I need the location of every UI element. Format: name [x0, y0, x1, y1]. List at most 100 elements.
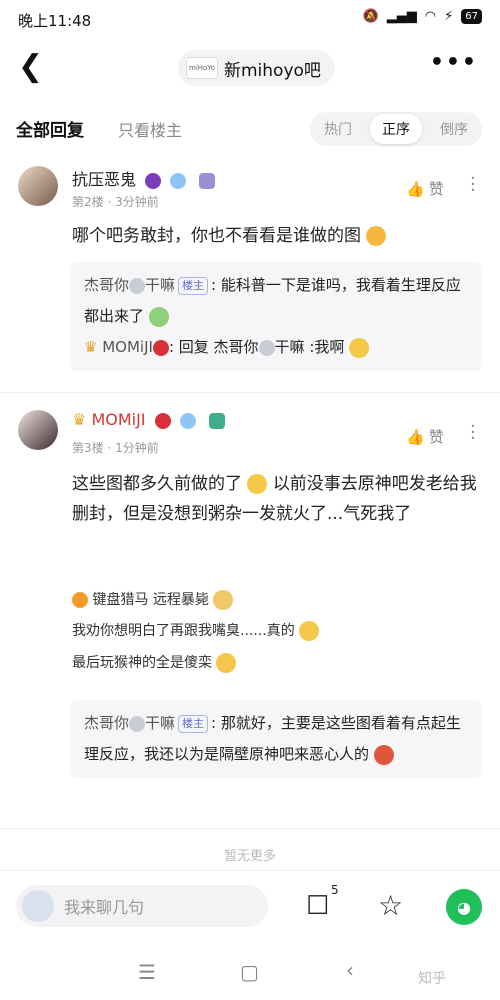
quoted-text: 键盘猎马 远程暴毙 — [92, 592, 209, 608]
divider — [0, 392, 500, 393]
menu-nav-icon[interactable]: ☰ — [138, 960, 156, 984]
sort-switch: 热门 正序 倒序 — [310, 112, 482, 146]
hand-emoji-icon — [213, 590, 234, 610]
forum-title: 新mihoyo吧 — [224, 60, 321, 81]
quoted-text: 我劝你想明白了再跟我嘴臭......真的 — [72, 623, 295, 639]
sort-hot[interactable]: 热门 — [314, 114, 362, 144]
host-tag: 楼主 — [178, 714, 209, 733]
crown-icon: ♛ — [72, 410, 87, 429]
reply-tail: :我啊 — [304, 338, 345, 356]
thumb-up-icon: 👍 — [406, 427, 425, 446]
diamond-icon — [179, 412, 196, 429]
battery-icon: 67 — [461, 9, 482, 24]
charging-icon: ⚡ — [444, 9, 454, 24]
reply-author: MOMiJI — [102, 338, 153, 356]
post-meta: 第2楼 · 3分钟前 — [72, 195, 159, 209]
mute-icon: 🔕 — [362, 9, 379, 24]
sort-asc[interactable]: 正序 — [370, 114, 422, 144]
comment-count: 5 — [331, 883, 339, 897]
ghost-icon — [129, 715, 146, 732]
status-bar: 晚上11:48 🔕 ▂▄▆ ◠ ⚡ 67 — [0, 0, 500, 36]
tongue-emoji-icon — [366, 226, 387, 246]
quoted-comments: 键盘猎马 远程暴毙 我劝你想明白了再跟我嘴臭......真的 最后玩猴神的全是傻… — [72, 586, 452, 678]
reply-item[interactable]: 杰哥你 干嘛 楼主: 能科普一下是谁吗，我看着生理反应都出来了 — [84, 270, 468, 332]
reply-item[interactable]: 杰哥你 干嘛 楼主: 那就好，主要是这些图看着有点起生理反应，我还以为是隔壁原神吧来… — [84, 708, 468, 770]
flame-icon — [72, 592, 88, 608]
forum-title-pill[interactable]: miHoYo 新mihoyo吧 — [178, 50, 335, 86]
post-more-icon[interactable]: · · · — [470, 170, 476, 200]
level-icon — [208, 412, 225, 429]
top-header: ❮ miHoYo 新mihoyo吧 ••• — [0, 36, 500, 102]
back-icon[interactable]: ❮ — [18, 52, 43, 82]
post-time: 1分钟前 — [115, 441, 159, 455]
tab-all-replies[interactable]: 全部回复 — [16, 116, 84, 141]
user-avatar — [22, 890, 54, 922]
post-content: 哪个吧务敢封，你也不看看是谁做的图 — [72, 221, 482, 251]
like-label: 赞 — [428, 180, 444, 198]
bottom-action-bar: 我来聊几句 ☐ 5 ☆ ◕ — [0, 870, 500, 943]
author-name[interactable]: MOMiJI — [91, 410, 145, 429]
star-icon[interactable]: ☆ — [378, 889, 403, 922]
post-content: 这些图都多久前做的了 以前没事去原神吧发老给我删封，但是没想到粥杂一发就火了..… — [72, 469, 482, 529]
signal-icon: ▂▄▆ — [386, 9, 417, 24]
post-more-icon[interactable]: · · · — [470, 418, 476, 448]
thumb-up-icon: 👍 — [406, 179, 425, 198]
sweat-emoji-icon — [247, 474, 268, 494]
avatar[interactable] — [18, 410, 58, 450]
divider — [0, 828, 500, 829]
like-label: 赞 — [428, 428, 444, 446]
no-more-label: 暂无更多 — [223, 849, 276, 864]
list-item: 键盘猎马 远程暴毙 — [72, 586, 452, 614]
reply-author-suffix: 干嘛 — [145, 714, 176, 732]
wechat-share-icon[interactable]: ◕ — [446, 889, 482, 925]
reply-author: 杰哥你 — [84, 714, 130, 732]
reply-author-suffix: 干嘛 — [145, 276, 176, 294]
diamond-icon — [170, 172, 187, 189]
sick-emoji-icon — [148, 306, 169, 327]
more-options-icon[interactable]: ••• — [430, 50, 478, 75]
sunglasses-emoji-icon — [299, 621, 320, 641]
floor-number: 第2楼 — [72, 195, 104, 209]
wifi-icon: ◠ — [424, 9, 437, 24]
list-item: 我劝你想明白了再跟我嘴臭......真的 — [72, 614, 452, 648]
input-placeholder: 我来聊几句 — [64, 898, 145, 917]
host-tag: 楼主 — [178, 276, 209, 295]
devil-emoji-icon — [145, 172, 162, 189]
comment-input[interactable]: 我来聊几句 — [16, 885, 268, 927]
lips-icon — [154, 412, 171, 429]
quoted-text: 最后玩猴神的全是傻栾 — [72, 655, 212, 671]
reply-item[interactable]: ♛ MOMiJI : 回复 杰哥你 干嘛 :我啊 — [84, 332, 468, 363]
like-button[interactable]: 👍 赞 — [406, 178, 444, 199]
post-author-row: ♛ MOMiJI — [72, 410, 225, 429]
ghost-icon — [129, 277, 146, 294]
reply-target-suffix: 干嘛 — [274, 338, 305, 356]
back-nav-icon[interactable]: ‹ — [346, 958, 354, 982]
like-button[interactable]: 👍 赞 — [406, 426, 444, 447]
smile-emoji-icon — [349, 337, 370, 358]
post-time: 3分钟前 — [115, 195, 159, 209]
tab-host-only[interactable]: 只看楼主 — [118, 117, 182, 141]
crown-icon: ♛ — [84, 338, 98, 356]
status-time: 晚上11:48 — [18, 12, 92, 30]
reply-text: : 回复 杰哥你 — [168, 338, 259, 356]
avatar[interactable] — [18, 166, 58, 206]
grin-emoji-icon — [216, 653, 237, 673]
level-icon — [199, 172, 216, 189]
reply-list: 杰哥你 干嘛 楼主: 那就好，主要是这些图看着有点起生理反应，我还以为是隔壁原神吧来… — [70, 700, 482, 778]
home-nav-icon[interactable]: ▢ — [240, 960, 259, 984]
lips-icon — [152, 339, 169, 356]
post-author-row: 抗压恶鬼 — [72, 166, 216, 190]
author-name[interactable]: 抗压恶鬼 — [72, 170, 136, 189]
system-nav-bar: ☰ ▢ ‹ 知乎 — [0, 948, 500, 1000]
post-meta: 第3楼 · 1分钟前 — [72, 441, 159, 455]
sort-desc[interactable]: 倒序 — [430, 114, 478, 144]
angry-emoji-icon — [373, 744, 394, 765]
post-text: 哪个吧务敢封，你也不看看是谁做的图 — [72, 226, 361, 246]
forum-logo: miHoYo — [186, 57, 218, 79]
floor-number: 第3楼 — [72, 441, 104, 455]
post-text: 这些图都多久前做的了 — [72, 474, 242, 494]
status-icons: 🔕 ▂▄▆ ◠ ⚡ 67 — [363, 9, 482, 24]
ghost-icon — [258, 339, 275, 356]
watermark: 知乎 — [418, 971, 446, 987]
comment-icon[interactable]: ☐ — [306, 891, 329, 921]
